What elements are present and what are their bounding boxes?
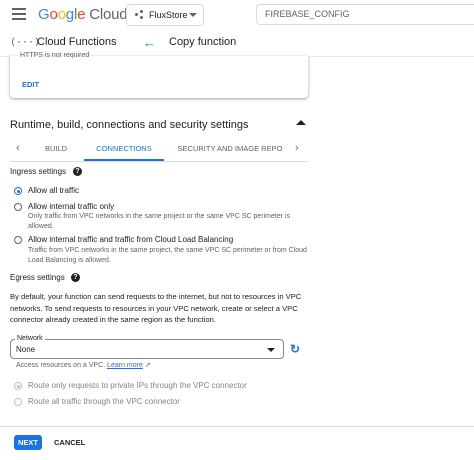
- project-icon: [135, 10, 145, 20]
- service-title: Cloud Functions: [37, 36, 117, 48]
- tab-scroll-right-icon[interactable]: ›: [295, 142, 299, 154]
- radio-allow-all[interactable]: [14, 187, 22, 195]
- radio-internal-only[interactable]: [14, 203, 22, 211]
- help-icon[interactable]: ?: [71, 273, 80, 282]
- radio-description: Traffic from VPC networks in the same pr…: [28, 247, 307, 264]
- egress-settings-label: Egress settings: [10, 273, 65, 282]
- project-selector[interactable]: FluxStore: [126, 4, 204, 26]
- tab-connections[interactable]: CONNECTIONS: [84, 138, 164, 161]
- help-icon[interactable]: ?: [73, 167, 82, 176]
- chevron-up-icon[interactable]: [296, 120, 306, 125]
- section-title: Runtime, build, connections and security…: [10, 119, 249, 131]
- radio-route-all[interactable]: [14, 398, 22, 406]
- ingress-settings-label: Ingress settings: [10, 167, 67, 176]
- radio-label: Route all traffic through the VPC connec…: [28, 397, 180, 406]
- settings-tabs: ‹ BUILD CONNECTIONS SECURITY AND IMAGE R…: [10, 138, 308, 162]
- truncated-text: HTTPS is not required: [20, 52, 90, 59]
- cloud-functions-icon: (···): [10, 37, 41, 48]
- menu-icon[interactable]: [12, 8, 26, 20]
- chevron-down-icon: [267, 348, 275, 352]
- project-name: FluxStore: [149, 10, 188, 20]
- radio-description: Only traffic from VPC networks in the sa…: [28, 213, 291, 230]
- external-link-icon: ↗: [142, 362, 151, 369]
- network-value: None: [16, 345, 36, 354]
- radio-internal-and-lb[interactable]: [14, 236, 22, 244]
- network-hint: Access resources on a VPC. Learn more ↗: [16, 362, 151, 369]
- tab-security[interactable]: SECURITY AND IMAGE REPO: [170, 138, 290, 160]
- chevron-down-icon: [189, 13, 197, 17]
- tab-scroll-left-icon[interactable]: ‹: [16, 142, 20, 154]
- network-select[interactable]: Network None: [10, 335, 284, 359]
- back-arrow-icon[interactable]: ←: [143, 35, 156, 50]
- radio-route-private[interactable]: [14, 382, 22, 390]
- radio-label: Allow all traffic: [28, 186, 79, 195]
- edit-button[interactable]: EDIT: [22, 80, 39, 89]
- egress-description: By default, your function can send reque…: [10, 292, 302, 324]
- next-button[interactable]: NEXT: [14, 435, 42, 450]
- network-label: Network: [15, 335, 45, 342]
- tab-build[interactable]: BUILD: [36, 138, 76, 160]
- trigger-summary-card: HTTPS is not required EDIT: [10, 52, 308, 98]
- cancel-button[interactable]: CANCEL: [54, 435, 85, 450]
- search-input[interactable]: FIREBASE_CONFIG: [256, 4, 474, 25]
- radio-label: Allow internal traffic only: [28, 202, 115, 211]
- radio-label: Allow internal traffic and traffic from …: [28, 235, 234, 244]
- learn-more-link[interactable]: Learn more: [107, 362, 143, 369]
- page-title: Copy function: [169, 36, 237, 48]
- google-cloud-logo[interactable]: Google Cloud: [38, 6, 128, 23]
- radio-label: Route only requests to private IPs throu…: [28, 381, 247, 390]
- refresh-icon[interactable]: ↻: [290, 342, 300, 356]
